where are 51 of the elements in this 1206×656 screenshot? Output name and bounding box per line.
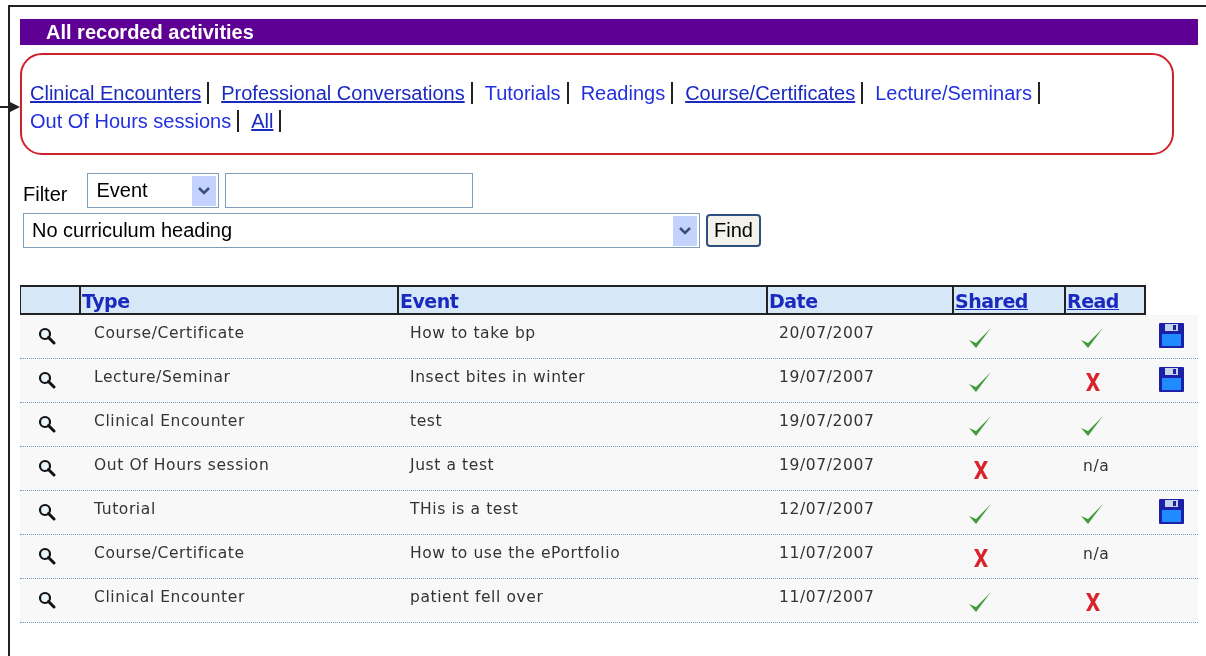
read-status: n/a (1082, 545, 1110, 563)
table-cell-text: Course/Certificate (93, 323, 246, 342)
category-link[interactable]: Out Of Hours sessions (30, 110, 232, 132)
table-cell-text: Clinical Encounter (93, 587, 246, 606)
table-cell-text: How to take bp (409, 323, 537, 342)
category-link[interactable]: Readings (580, 82, 666, 104)
category-link[interactable]: Course/Certificates (685, 82, 856, 104)
magnifier-icon[interactable] (38, 503, 56, 521)
magnifier-icon[interactable] (38, 459, 56, 477)
column-header: Event (400, 290, 459, 312)
column-header[interactable]: Read (1067, 290, 1119, 312)
magnifier-icon[interactable] (38, 371, 56, 389)
read-status: n/a (1082, 457, 1110, 475)
magnifier-icon[interactable] (38, 415, 56, 433)
table-cell-text: How to use the ePortfolio (409, 543, 622, 562)
category-link[interactable]: Clinical Encounters (30, 82, 202, 104)
caret-icon (673, 215, 697, 246)
category-link[interactable]: Professional Conversations (221, 82, 465, 104)
table-cell-text: Insect bites in winter (409, 367, 587, 386)
category-link[interactable]: Lecture/Seminars (875, 82, 1032, 104)
magnifier-icon[interactable] (38, 591, 56, 609)
table-cell-text: THis is a test (409, 499, 520, 518)
curriculum-dropdown[interactable]: No curriculum heading (23, 213, 700, 248)
filter-label: Filter (23, 183, 68, 206)
category-link[interactable]: Tutorials (484, 82, 561, 104)
filter-input[interactable] (225, 173, 474, 208)
table-cell-text: Course/Certificate (93, 543, 246, 562)
table-cell-text: Out Of Hours session (93, 455, 271, 474)
table-cell-text: Lecture/Seminar (93, 367, 232, 386)
table-cell-text: Tutorial (93, 499, 157, 518)
category-link[interactable]: All (251, 110, 274, 132)
column-header: Type (82, 290, 130, 312)
table-cell-text: 20/07/2007 (778, 323, 876, 342)
find-button[interactable]: Find (706, 214, 761, 247)
table-cell-text: 11/07/2007 (778, 543, 876, 562)
magnifier-icon[interactable] (38, 327, 56, 345)
section-title: All recorded activities (20, 19, 1198, 45)
table-cell-text: Clinical Encounter (93, 411, 246, 430)
column-header: Date (769, 290, 818, 312)
magnifier-icon[interactable] (38, 547, 56, 565)
table-cell-text: 19/07/2007 (778, 367, 876, 386)
caret-icon (192, 175, 217, 206)
column-header[interactable]: Shared (955, 290, 1028, 312)
table-cell-text: 12/07/2007 (778, 499, 876, 518)
table-cell-text: 19/07/2007 (778, 411, 876, 430)
table-cell-text: patient fell over (409, 587, 545, 606)
field-dropdown[interactable]: Event (87, 173, 220, 208)
table-cell-text: test (409, 411, 444, 430)
table-cell-text: Just a test (408, 455, 496, 474)
table-cell-text: 11/07/2007 (778, 587, 876, 606)
table-cell-text: 19/07/2007 (778, 455, 876, 474)
